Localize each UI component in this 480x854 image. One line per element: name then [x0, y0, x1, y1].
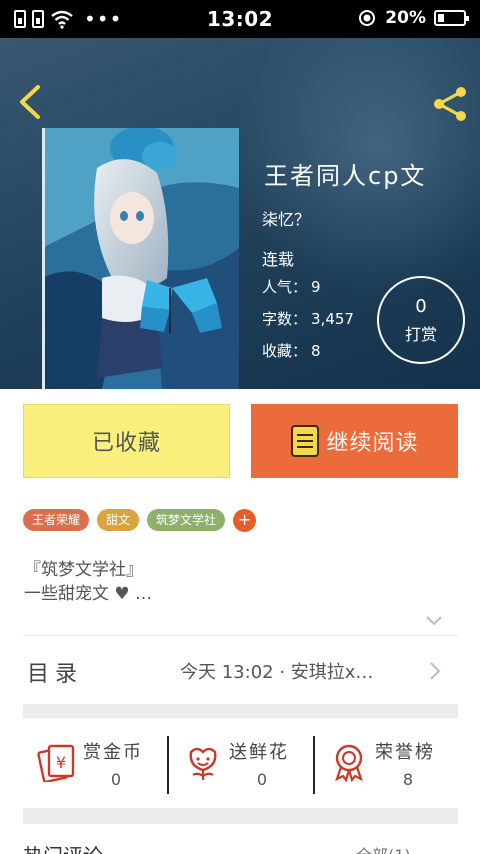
- book-icon: [291, 425, 320, 457]
- location-icon: [359, 10, 376, 26]
- stat-favorites: 收藏： 8: [262, 340, 321, 361]
- book-summary: 『筑梦文学社』 一些甜宠文 ♥ …: [24, 558, 152, 606]
- reward-coin[interactable]: ¥ 赏金币 0: [23, 722, 168, 808]
- reward-name: 送鲜花: [229, 742, 289, 763]
- stat-word-count: 字数： 3,457: [262, 308, 354, 329]
- battery-percent: 20%: [385, 8, 426, 28]
- flower-icon: [189, 747, 217, 780]
- table-of-contents-row[interactable]: 目录 今天 13:02 · 安琪拉x…: [0, 638, 480, 704]
- continue-reading-button[interactable]: 继续阅读: [251, 404, 458, 478]
- continue-reading-label: 继续阅读: [326, 431, 419, 456]
- status-bar: ••• 13:02 20%: [0, 0, 480, 38]
- latest-chapter: 今天 13:02 · 安琪拉x…: [180, 662, 374, 683]
- favorited-label: 已收藏: [91, 431, 161, 456]
- battery-icon: [434, 10, 469, 26]
- stat-value: 8: [311, 342, 321, 360]
- toc-label: 目录: [27, 662, 84, 687]
- summary-line: 一些甜宠文 ♥ …: [24, 584, 153, 604]
- tip-label: 打赏: [404, 325, 437, 344]
- all-comments-link[interactable]: 全部(1): [356, 842, 411, 854]
- add-tag-button[interactable]: +: [233, 509, 257, 532]
- cover-illustration: [42, 128, 239, 389]
- reward-flower[interactable]: 送鲜花 0: [169, 722, 314, 808]
- medal-icon: [335, 744, 363, 782]
- stat-label: 人气：: [262, 278, 308, 296]
- rewards-panel: ¥ 赏金币 0 送鲜花 0 荣誉榜 8: [23, 722, 458, 808]
- reward-value: 0: [256, 770, 268, 789]
- reward-name: 赏金币: [83, 742, 143, 763]
- tag-item[interactable]: 甜文: [97, 509, 140, 531]
- tag-item[interactable]: 王者荣耀: [23, 509, 90, 531]
- tip-button[interactable]: 0 打赏: [377, 276, 465, 364]
- expand-summary-icon[interactable]: [424, 614, 444, 628]
- tag-item[interactable]: 筑梦文学社: [147, 509, 226, 531]
- reward-honor-list[interactable]: 荣誉榜 8: [315, 722, 460, 808]
- book-status: 连载: [262, 250, 295, 269]
- stat-value: 9: [311, 278, 321, 296]
- back-icon[interactable]: [14, 84, 44, 120]
- reward-value: 0: [110, 770, 122, 789]
- book-header: 王者同人cp文 柒忆？ 连载 人气： 9 字数： 3,457 收藏： 8 0 打赏: [0, 38, 480, 389]
- share-icon[interactable]: [430, 84, 470, 124]
- book-title: 王者同人cp文: [264, 162, 427, 190]
- tip-count: 0: [415, 296, 427, 317]
- status-right: 20%: [357, 8, 469, 28]
- stat-value: 3,457: [311, 310, 354, 328]
- red-envelope-icon: ¥: [37, 744, 75, 782]
- stat-popularity: 人气： 9: [262, 276, 321, 297]
- summary-line: 『筑梦文学社』: [24, 560, 143, 580]
- reward-name: 荣誉榜: [375, 742, 435, 763]
- section-separator: [23, 808, 458, 824]
- svg-text:¥: ¥: [56, 753, 66, 772]
- stat-label: 收藏：: [262, 342, 308, 360]
- stat-label: 字数：: [262, 310, 308, 328]
- section-separator: [23, 704, 458, 718]
- chevron-right-icon: [430, 662, 441, 680]
- book-author[interactable]: 柒忆？: [262, 206, 310, 230]
- favorited-button[interactable]: 已收藏: [23, 404, 230, 478]
- tag-list: 王者荣耀 甜文 筑梦文学社 +: [23, 509, 257, 532]
- reward-value: 8: [402, 770, 414, 789]
- divider: [23, 635, 458, 636]
- book-cover-image[interactable]: [42, 128, 239, 389]
- comments-section-title: 热门评论: [23, 840, 103, 854]
